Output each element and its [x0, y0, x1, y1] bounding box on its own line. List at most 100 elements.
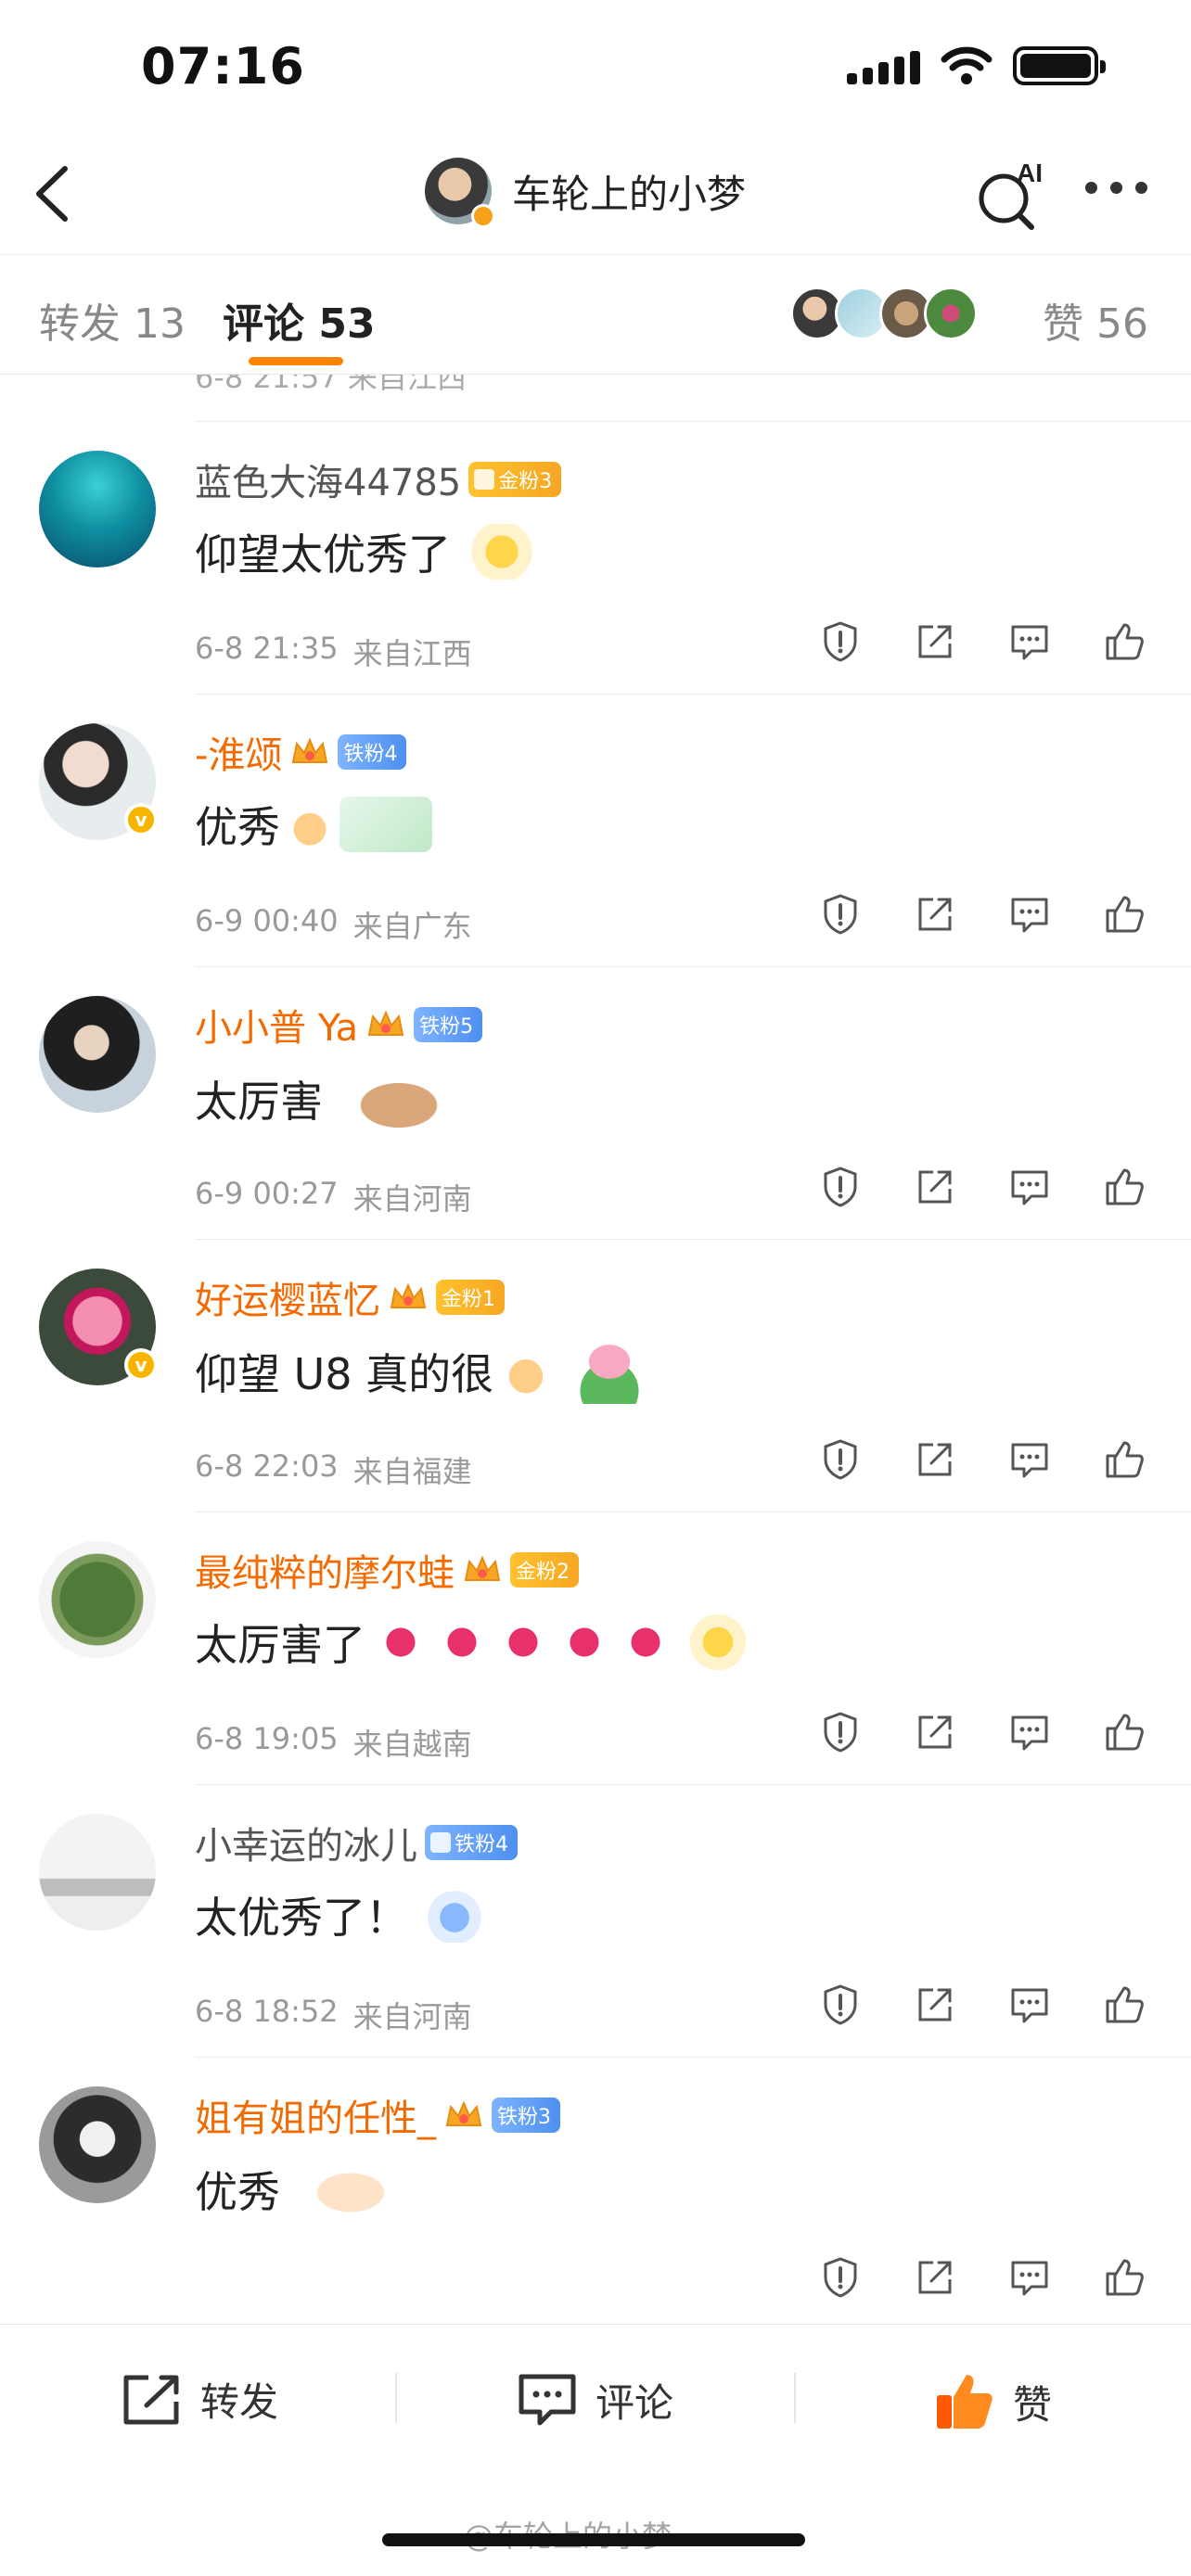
like-icon[interactable] [1102, 1710, 1146, 1754]
comment-content[interactable]: 太优秀了！ [195, 1884, 492, 1945]
avatar[interactable]: v [39, 1269, 158, 1385]
report-icon[interactable] [818, 619, 863, 664]
comment-list[interactable]: 6-8 21:57 来自江西 蓝色大海44785 金粉3 仰望太优秀了 6-8 … [0, 375, 1191, 2324]
fan-badge[interactable]: 金粉2 [510, 1552, 579, 1588]
username[interactable]: 好运樱蓝忆 [195, 1270, 380, 1324]
comment-item[interactable]: 小小普 Ya 铁粉5 太厉害 6-9 00:27 来自河南 [0, 966, 1191, 1239]
author-avatar[interactable] [425, 158, 495, 228]
report-icon[interactable] [818, 1710, 863, 1754]
share-icon[interactable] [913, 892, 957, 937]
liker-avatars[interactable] [790, 287, 978, 340]
like-button[interactable]: 赞 [933, 2371, 1052, 2432]
avatar[interactable]: v [39, 723, 158, 840]
comment-actions [818, 1437, 1146, 1482]
tab-comment[interactable]: 评论 53 [223, 290, 376, 350]
like-icon[interactable] [1102, 1437, 1146, 1482]
tab-bar: 转发 13 评论 53 赞 56 [0, 254, 1191, 375]
tab-repost-count: 13 [134, 300, 186, 348]
divider [195, 421, 1191, 422]
share-icon[interactable] [913, 1437, 957, 1482]
fan-badge-icon [474, 469, 495, 490]
username[interactable]: 蓝色大海44785 [195, 453, 461, 506]
comment-location: 来自福建 [352, 1454, 472, 1489]
share-icon[interactable] [913, 1983, 957, 2027]
repost-icon [123, 2375, 179, 2424]
comment-button[interactable]: 评论 [516, 2371, 673, 2429]
ai-search-icon[interactable]: AI [976, 156, 1044, 230]
comment-item[interactable]: 小幸运的冰儿 铁粉4 太优秀了！ 6-8 18:52 来自河南 [0, 1784, 1191, 2057]
tab-comment-count: 53 [318, 300, 376, 348]
gold-fan-sticker-icon [681, 1614, 755, 1670]
author-header[interactable]: 车轮上的小梦 [425, 158, 746, 228]
report-icon[interactable] [818, 2255, 863, 2300]
like-icon[interactable] [1102, 892, 1146, 937]
like-icon[interactable] [1102, 1983, 1146, 2027]
like-icon[interactable] [1102, 2255, 1146, 2300]
enfj-sticker-icon [339, 797, 432, 852]
tab-like[interactable]: 赞 56 [1043, 290, 1148, 350]
reply-icon[interactable] [1007, 1165, 1052, 1209]
avatar[interactable] [39, 1541, 156, 1658]
fan-badge[interactable]: 铁粉4 [338, 734, 407, 770]
fan-badge[interactable]: 铁粉3 [492, 2098, 560, 2133]
user-line: 好运樱蓝忆 金粉1 [195, 1270, 505, 1324]
more-options-icon[interactable] [1085, 182, 1147, 194]
status-time: 07:16 [141, 37, 305, 96]
fan-badge[interactable]: 金粉3 [468, 462, 562, 497]
report-icon[interactable] [818, 892, 863, 937]
comment-item[interactable]: 最纯粹的摩尔蛙 金粉2 太厉害了 6-8 19:05 来自越南 [0, 1511, 1191, 1784]
home-indicator[interactable] [382, 2533, 805, 2546]
fan-badge-label: 金粉1 [442, 1288, 495, 1311]
fan-badge[interactable]: 铁粉5 [414, 1007, 483, 1042]
report-icon[interactable] [818, 1437, 863, 1482]
comment-location: 来自江西 [352, 636, 472, 671]
like-icon[interactable] [1102, 619, 1146, 664]
comment-content[interactable]: 优秀 [195, 794, 432, 855]
comment-text: 太厉害 [195, 1077, 323, 1127]
cellular-signal-icon [847, 47, 920, 84]
user-line: 姐有姐的任性_ 铁粉3 [195, 2088, 560, 2142]
comment-meta: 6-9 00:27 来自河南 [195, 1176, 472, 1218]
comment-date: 6-9 00:27 [195, 1176, 339, 1211]
repost-button[interactable]: 转发 [121, 2371, 278, 2428]
report-icon[interactable] [818, 1983, 863, 2027]
comment-date: 6-8 21:35 [195, 631, 339, 666]
share-icon[interactable] [913, 619, 957, 664]
avatar[interactable] [39, 2086, 156, 2203]
divider [195, 966, 1191, 967]
reply-icon[interactable] [1007, 619, 1052, 664]
comment-item[interactable]: 姐有姐的任性_ 铁粉3 优秀 [0, 2057, 1191, 2324]
share-icon[interactable] [913, 1710, 957, 1754]
comment-item[interactable]: 蓝色大海44785 金粉3 仰望太优秀了 6-8 21:35 来自江西 [0, 421, 1191, 694]
avatar[interactable] [39, 996, 156, 1113]
fan-badge[interactable]: 金粉1 [436, 1280, 505, 1315]
comment-content[interactable]: 太厉害 [195, 1066, 443, 1131]
reply-icon[interactable] [1007, 1437, 1052, 1482]
comment-item[interactable]: v -淮颂 铁粉4 优秀 6-9 00:40 来自广东 [0, 694, 1191, 966]
like-icon[interactable] [1102, 1165, 1146, 1209]
comment-content[interactable]: 仰望 U8 真的很 [195, 1339, 661, 1404]
reply-icon[interactable] [1007, 892, 1052, 937]
username[interactable]: 小幸运的冰儿 [195, 1816, 417, 1869]
comment-content[interactable]: 优秀 [195, 2157, 391, 2222]
comment-content[interactable]: 太厉害了 [195, 1612, 755, 1673]
username[interactable]: 最纯粹的摩尔蛙 [195, 1543, 455, 1597]
fan-badge[interactable]: 铁粉4 [425, 1825, 518, 1860]
reply-icon[interactable] [1007, 2255, 1052, 2300]
username[interactable]: -淮颂 [195, 725, 282, 779]
share-icon[interactable] [913, 2255, 957, 2300]
comment-content[interactable]: 仰望太优秀了 [195, 521, 544, 582]
username[interactable]: 小小普 Ya [195, 998, 358, 1052]
avatar[interactable] [39, 451, 156, 567]
report-icon[interactable] [818, 1165, 863, 1209]
share-icon[interactable] [913, 1165, 957, 1209]
back-arrow-icon[interactable] [24, 161, 80, 226]
username[interactable]: 姐有姐的任性_ [195, 2088, 436, 2142]
crown-icon [292, 737, 328, 763]
avatar[interactable] [39, 1814, 156, 1931]
reply-icon[interactable] [1007, 1710, 1052, 1754]
divider [195, 1511, 1191, 1512]
comment-item[interactable]: v 好运樱蓝忆 金粉1 仰望 U8 真的很 6-8 22:03 来自福建 [0, 1239, 1191, 1511]
tab-repost[interactable]: 转发 13 [39, 290, 186, 350]
reply-icon[interactable] [1007, 1983, 1052, 2027]
